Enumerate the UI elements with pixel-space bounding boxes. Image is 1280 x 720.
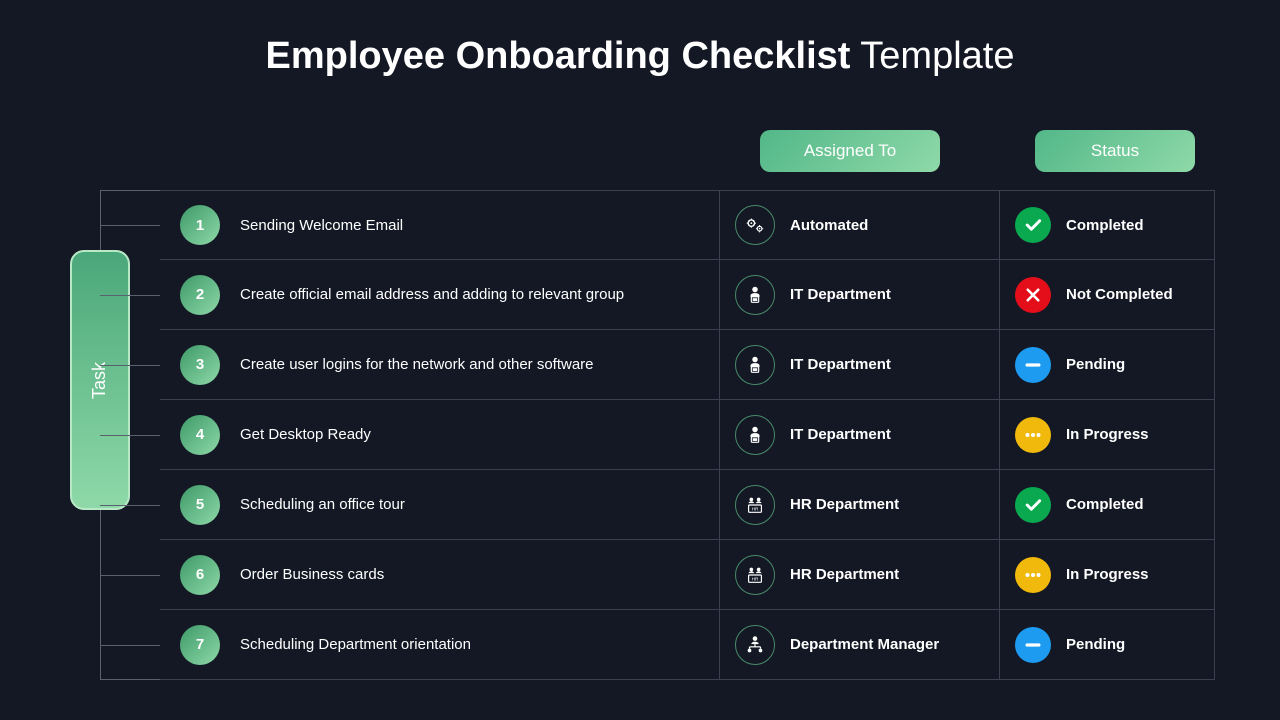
cell-assigned: HR HR Department [720, 540, 1000, 609]
cell-assigned: Department Manager [720, 610, 1000, 679]
task-text: Get Desktop Ready [240, 426, 371, 443]
table-row: 7 Scheduling Department orientation Depa… [160, 610, 1215, 680]
assigned-text: IT Department [790, 426, 891, 443]
cell-assigned: IT Department [720, 260, 1000, 329]
it-icon [735, 415, 775, 455]
row-connector [100, 645, 160, 646]
cell-status: Pending [1000, 610, 1215, 679]
table-row: 3 Create user logins for the network and… [160, 330, 1215, 400]
assigned-text: IT Department [790, 356, 891, 373]
task-number: 1 [180, 205, 220, 245]
cell-task: 6 Order Business cards [160, 540, 720, 609]
task-number: 3 [180, 345, 220, 385]
svg-text:HR: HR [752, 576, 759, 581]
cell-task: 2 Create official email address and addi… [160, 260, 720, 329]
cell-status: In Progress [1000, 540, 1215, 609]
cell-assigned: IT Department [720, 330, 1000, 399]
row-connector [100, 505, 160, 506]
status-text: Not Completed [1066, 286, 1173, 303]
header-status: Status [1035, 130, 1195, 172]
gears-icon [735, 205, 775, 245]
task-number: 7 [180, 625, 220, 665]
it-icon [735, 345, 775, 385]
row-connector [100, 435, 160, 436]
status-completed-icon [1015, 487, 1051, 523]
task-text: Create user logins for the network and o… [240, 356, 594, 373]
status-text: Pending [1066, 356, 1125, 373]
cell-assigned: IT Department [720, 400, 1000, 469]
task-text: Scheduling Department orientation [240, 636, 471, 653]
assigned-text: HR Department [790, 496, 899, 513]
cell-task: 4 Get Desktop Ready [160, 400, 720, 469]
checklist-table: 1 Sending Welcome Email Automated Comple… [160, 190, 1215, 680]
task-label: Task [70, 250, 130, 510]
status-inprogress-icon [1015, 557, 1051, 593]
status-pending-icon [1015, 347, 1051, 383]
assigned-text: IT Department [790, 286, 891, 303]
status-text: In Progress [1066, 566, 1149, 583]
task-number: 5 [180, 485, 220, 525]
manager-icon [735, 625, 775, 665]
hr-icon: HR [735, 485, 775, 525]
status-text: Completed [1066, 217, 1144, 234]
assigned-text: Automated [790, 217, 868, 234]
cell-status: Pending [1000, 330, 1215, 399]
row-connector [100, 225, 160, 226]
it-icon [735, 275, 775, 315]
status-text: Completed [1066, 496, 1144, 513]
svg-text:HR: HR [752, 506, 759, 511]
title-bold: Employee Onboarding Checklist [266, 35, 851, 77]
task-number: 6 [180, 555, 220, 595]
cell-task: 3 Create user logins for the network and… [160, 330, 720, 399]
task-text: Create official email address and adding… [240, 286, 624, 303]
task-text: Scheduling an office tour [240, 496, 405, 513]
table-row: 4 Get Desktop Ready IT Department In Pro… [160, 400, 1215, 470]
table-row: 6 Order Business cards HR HR Department … [160, 540, 1215, 610]
hr-icon: HR [735, 555, 775, 595]
table-row: 2 Create official email address and addi… [160, 260, 1215, 330]
table-row: 5 Scheduling an office tour HR HR Depart… [160, 470, 1215, 540]
header-assigned: Assigned To [760, 130, 940, 172]
status-text: In Progress [1066, 426, 1149, 443]
cell-status: Not Completed [1000, 260, 1215, 329]
assigned-text: HR Department [790, 566, 899, 583]
task-number: 2 [180, 275, 220, 315]
assigned-text: Department Manager [790, 636, 939, 653]
row-connector [100, 575, 160, 576]
status-pending-icon [1015, 627, 1051, 663]
row-connector [100, 365, 160, 366]
table-row: 1 Sending Welcome Email Automated Comple… [160, 190, 1215, 260]
status-text: Pending [1066, 636, 1125, 653]
page-title: Employee Onboarding Checklist Template [0, 35, 1280, 78]
cell-assigned: HR HR Department [720, 470, 1000, 539]
cell-task: 1 Sending Welcome Email [160, 191, 720, 259]
task-text: Order Business cards [240, 566, 384, 583]
cell-task: 5 Scheduling an office tour [160, 470, 720, 539]
status-inprogress-icon [1015, 417, 1051, 453]
task-text: Sending Welcome Email [240, 217, 403, 234]
status-notcompleted-icon [1015, 277, 1051, 313]
cell-status: In Progress [1000, 400, 1215, 469]
row-connector [100, 295, 160, 296]
cell-assigned: Automated [720, 191, 1000, 259]
cell-task: 7 Scheduling Department orientation [160, 610, 720, 679]
title-light: Template [850, 35, 1014, 77]
task-number: 4 [180, 415, 220, 455]
cell-status: Completed [1000, 470, 1215, 539]
status-completed-icon [1015, 207, 1051, 243]
cell-status: Completed [1000, 191, 1215, 259]
